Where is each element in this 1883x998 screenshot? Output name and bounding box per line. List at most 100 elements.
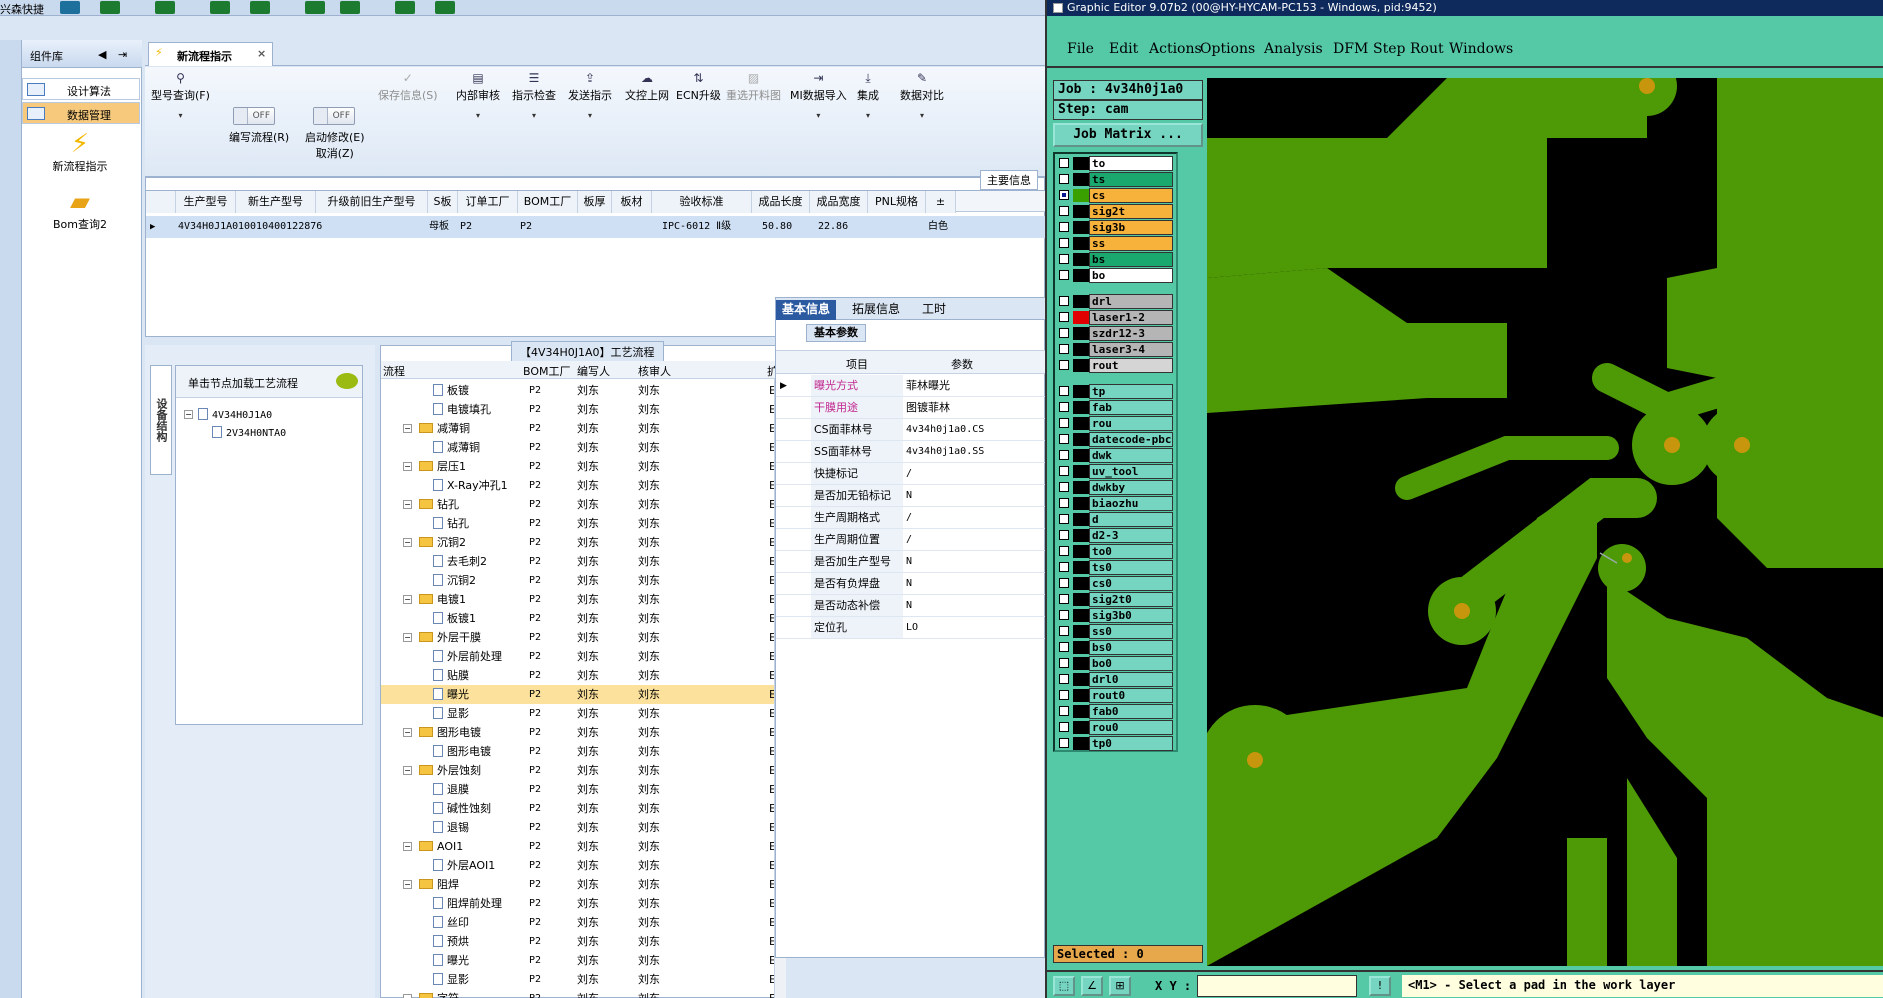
layer-checkbox[interactable] (1059, 626, 1069, 636)
internal-review-button[interactable]: ▤ 内部审核 ▾ (456, 71, 500, 120)
layer-color-swatch[interactable] (1073, 385, 1089, 398)
layer-name[interactable]: dwkby (1089, 480, 1173, 495)
layer-checkbox[interactable] (1059, 706, 1069, 716)
layer-color-swatch[interactable] (1073, 189, 1089, 202)
layer-row[interactable]: tp (1057, 384, 1175, 399)
layer-color-swatch[interactable] (1073, 481, 1089, 494)
menu-item-file[interactable]: File (1067, 41, 1094, 57)
layer-name[interactable]: cs (1089, 188, 1173, 203)
layer-color-swatch[interactable] (1073, 625, 1089, 638)
flow-row[interactable]: − 外层蚀刻 P2 刘东 刘东 E (381, 761, 776, 780)
flow-row[interactable]: − 沉铜2 P2 刘东 刘东 E (381, 533, 776, 552)
layer-checkbox[interactable] (1059, 450, 1069, 460)
table-icon[interactable] (340, 1, 360, 14)
flow-row[interactable]: 退膜 P2 刘东 刘东 E (381, 780, 776, 799)
layer-checkbox[interactable] (1059, 514, 1069, 524)
layer-name[interactable]: rou (1089, 416, 1173, 431)
integrate-button[interactable]: ⤓ 集成 ▾ (857, 71, 879, 120)
refresh-icon[interactable] (100, 1, 120, 14)
layer-checkbox[interactable] (1059, 658, 1069, 668)
flow-row[interactable]: X-Ray冲孔1 P2 刘东 刘东 E (381, 476, 776, 495)
layer-row[interactable]: datecode-pbc (1057, 432, 1175, 447)
cut-icon[interactable] (210, 1, 230, 14)
flow-row[interactable]: − 电镀1 P2 刘东 刘东 E (381, 590, 776, 609)
flow-row[interactable]: 曝光 P2 刘东 刘东 E (381, 685, 776, 704)
save-info-button[interactable]: ✓ 保存信息(S) (378, 71, 438, 103)
flow-row[interactable]: 丝印 P2 刘东 刘东 E (381, 913, 776, 932)
layer-checkbox[interactable] (1059, 402, 1069, 412)
menu-item-step[interactable]: Step (1373, 41, 1405, 57)
collapse-icon[interactable]: − (403, 766, 412, 775)
layer-checkbox[interactable] (1059, 434, 1069, 444)
vertical-tab-structure[interactable]: 设备结构 (150, 365, 172, 475)
layer-checkbox[interactable] (1059, 328, 1069, 338)
col-header[interactable]: PNL规格 (868, 191, 926, 213)
property-row[interactable]: ▶ 曝光方式 菲林曝光 (776, 375, 1045, 397)
property-value[interactable]: / (906, 463, 912, 485)
layer-checkbox[interactable] (1059, 158, 1069, 168)
layer-checkbox[interactable] (1059, 270, 1069, 280)
layer-name[interactable]: dwk (1089, 448, 1173, 463)
send-instruction-button[interactable]: ⇪ 发送指示 ▾ (568, 71, 612, 120)
layer-checkbox[interactable] (1059, 578, 1069, 588)
flow-row[interactable]: 板镀1 P2 刘东 刘东 E (381, 609, 776, 628)
layer-row[interactable]: bs (1057, 252, 1175, 267)
col-header[interactable]: BOM工厂 (523, 363, 571, 379)
flow-row[interactable]: 钻孔 P2 刘东 刘东 E (381, 514, 776, 533)
layer-name[interactable]: laser1-2 (1089, 310, 1173, 325)
flow-row[interactable]: − 外层干膜 P2 刘东 刘东 E (381, 628, 776, 647)
layer-checkbox[interactable] (1059, 466, 1069, 476)
layer-color-swatch[interactable] (1073, 657, 1089, 670)
layer-row[interactable]: szdr12-3 (1057, 326, 1175, 341)
layer-row[interactable]: laser1-2 (1057, 310, 1175, 325)
collapse-icon[interactable]: − (403, 842, 412, 851)
layer-row[interactable]: to (1057, 156, 1175, 171)
sidebar-item-design-algorithm[interactable]: 设计算法 (22, 78, 140, 100)
layer-name[interactable]: sig2t0 (1089, 592, 1173, 607)
main-info-tag[interactable]: 主要信息 (980, 170, 1038, 190)
mi-data-import-button[interactable]: ⇥ MI数据导入 ▾ (790, 71, 847, 120)
pan-tool-icon[interactable]: ⬚ (1053, 976, 1075, 996)
layer-row[interactable]: rout (1057, 358, 1175, 373)
flow-row[interactable]: 退锡 P2 刘东 刘东 E (381, 818, 776, 837)
layer-name[interactable]: tp0 (1089, 736, 1173, 751)
col-header[interactable]: 板厚 (578, 191, 612, 213)
layer-checkbox[interactable] (1059, 254, 1069, 264)
layer-color-swatch[interactable] (1073, 173, 1089, 186)
layer-name[interactable]: tp (1089, 384, 1173, 399)
layer-checkbox[interactable] (1059, 344, 1069, 354)
col-header[interactable]: 核审人 (638, 363, 671, 379)
property-value[interactable]: LO (906, 617, 918, 639)
layer-checkbox[interactable] (1059, 674, 1069, 684)
layer-checkbox[interactable] (1059, 610, 1069, 620)
search-icon[interactable] (60, 1, 80, 14)
layer-color-swatch[interactable] (1073, 737, 1089, 750)
property-row[interactable]: 快捷标记 / (776, 463, 1045, 485)
property-value[interactable]: 4v34h0j1a0.CS (906, 419, 984, 441)
layer-checkbox[interactable] (1059, 562, 1069, 572)
layer-row[interactable]: dwk (1057, 448, 1175, 463)
measure-tool-icon[interactable]: ∠ (1081, 976, 1103, 996)
layer-row[interactable]: rout0 (1057, 688, 1175, 703)
flow-row[interactable]: 去毛刺2 P2 刘东 刘东 E (381, 552, 776, 571)
layer-row[interactable]: sig2t0 (1057, 592, 1175, 607)
layer-color-swatch[interactable] (1073, 253, 1089, 266)
layer-checkbox[interactable] (1059, 360, 1069, 370)
layer-color-swatch[interactable] (1073, 157, 1089, 170)
layer-checkbox[interactable] (1059, 738, 1069, 748)
flow-row[interactable]: − 减薄铜 P2 刘东 刘东 E (381, 419, 776, 438)
write-flow-toggle[interactable]: OFF (233, 107, 275, 125)
col-header[interactable]: 验收标准 (652, 191, 752, 213)
copy-icon[interactable] (305, 1, 325, 14)
flow-row[interactable]: 沉铜2 P2 刘东 刘东 E (381, 571, 776, 590)
close-icon[interactable]: × (257, 47, 266, 60)
layer-name[interactable]: rout (1089, 358, 1173, 373)
flow-row[interactable]: −字符P2刘东刘东E (381, 989, 776, 998)
flow-row[interactable]: − 层压1 P2 刘东 刘东 E (381, 457, 776, 476)
xy-input[interactable] (1197, 975, 1357, 997)
col-header[interactable]: 编写人 (577, 363, 610, 379)
collapse-icon[interactable]: − (403, 424, 412, 433)
property-row[interactable]: 干膜用途 图镀菲林 (776, 397, 1045, 419)
chart-icon[interactable] (435, 1, 455, 14)
flow-row[interactable]: − AOI1 P2 刘东 刘东 E (381, 837, 776, 856)
